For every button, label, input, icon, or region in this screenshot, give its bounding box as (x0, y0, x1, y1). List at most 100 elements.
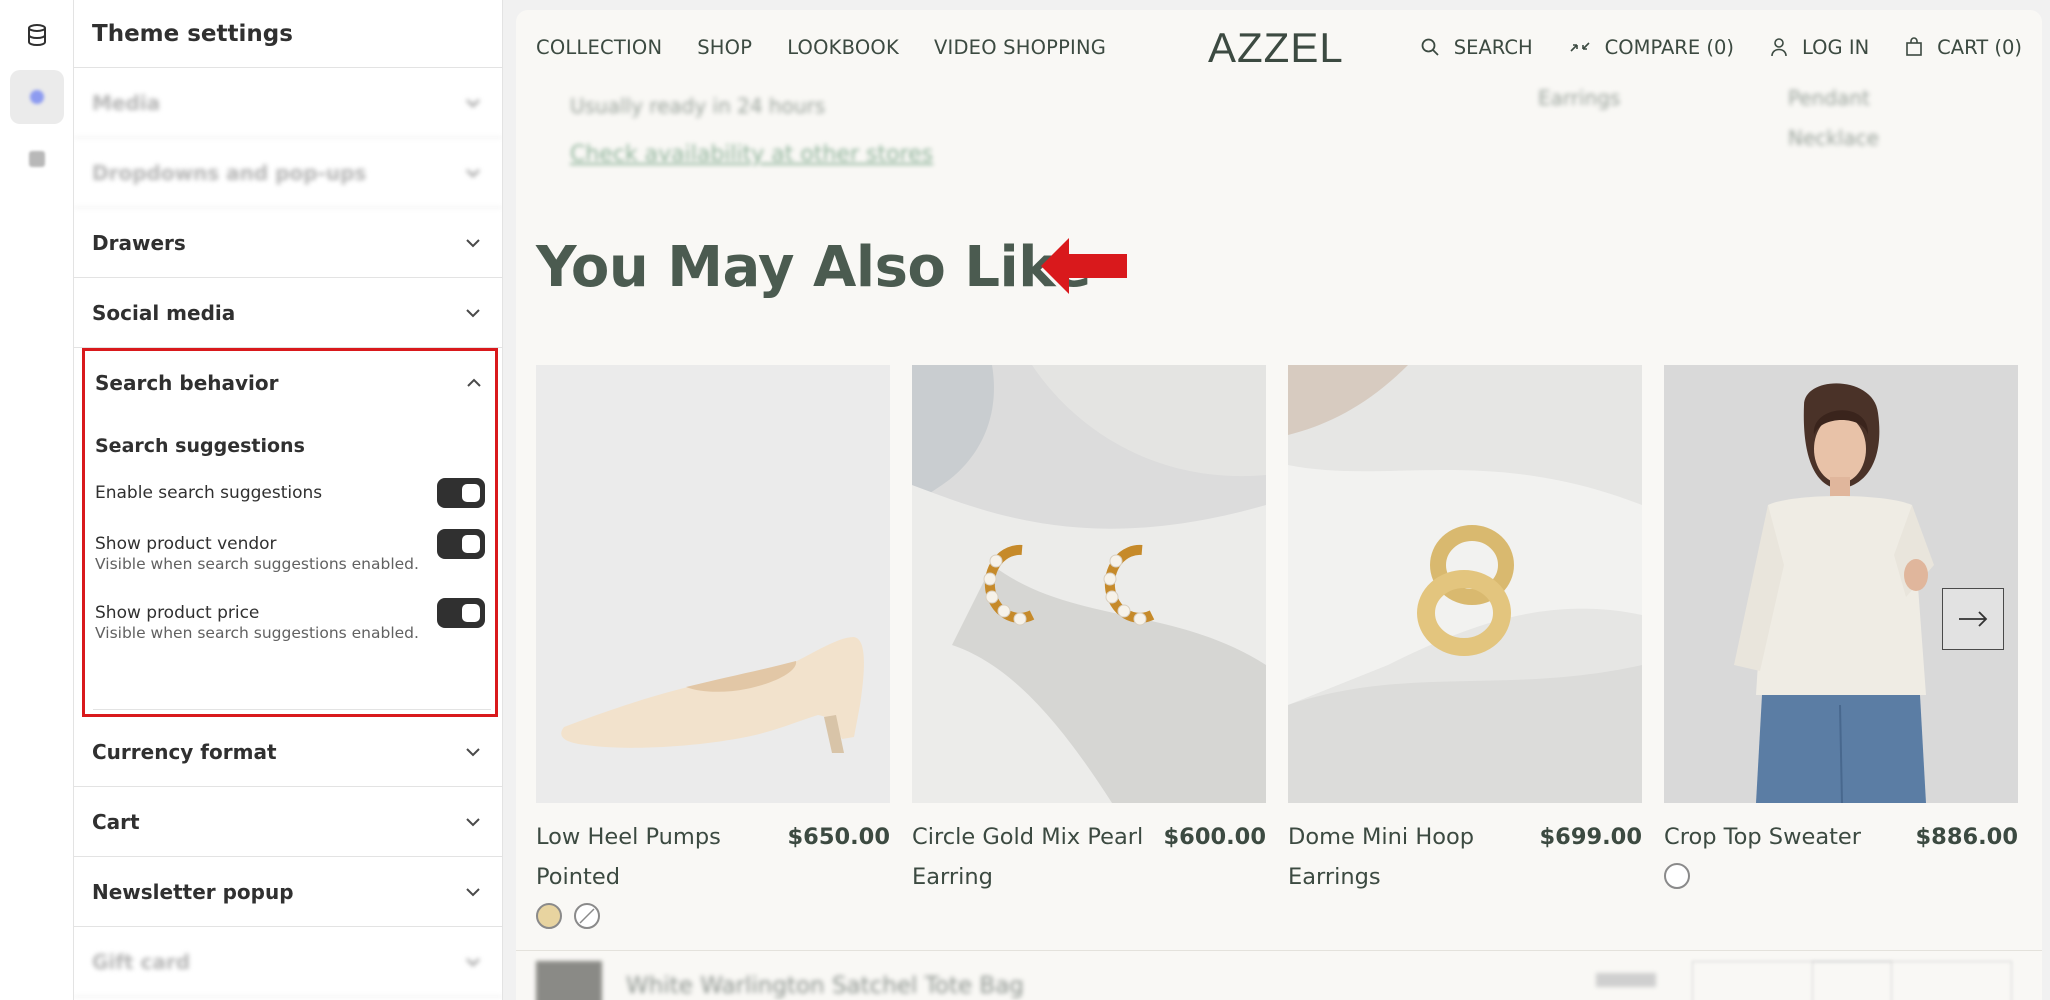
product-info: Low Heel Pumps Pointed $650.00 (536, 817, 890, 897)
nav-collection[interactable]: COLLECTION (536, 36, 662, 59)
section-drawers[interactable]: Drawers (74, 208, 502, 278)
blurred-earrings-text: Earrings (1538, 86, 1621, 110)
section-gift-card[interactable]: Gift card (74, 927, 502, 997)
product-name[interactable]: Low Heel Pumps Pointed (536, 817, 786, 897)
section-label: Gift card (92, 949, 191, 974)
color-swatch-white[interactable] (1664, 863, 1690, 889)
product-card[interactable]: Dome Mini Hoop Earrings $699.00 (1288, 365, 1642, 897)
section-label: Social media (92, 300, 236, 325)
section-label: Dropdowns and pop-ups (92, 160, 367, 185)
chevron-down-icon (462, 951, 484, 973)
theme-settings-rail-button[interactable] (10, 8, 64, 62)
cart-link[interactable]: CART (0) (1905, 36, 2022, 59)
section-media[interactable]: Media (74, 68, 502, 138)
search-link[interactable]: SEARCH (1420, 36, 1533, 59)
check-availability-link[interactable]: Check availability at other stores (570, 142, 933, 167)
section-search-behavior[interactable]: Search behavior (85, 351, 495, 415)
section-cart[interactable]: Cart (74, 787, 502, 857)
enable-search-suggestions-toggle[interactable] (437, 477, 485, 508)
color-swatches (536, 903, 890, 929)
section-label: Newsletter popup (92, 879, 294, 904)
section-dropdowns[interactable]: Dropdowns and pop-ups (74, 138, 502, 208)
compare-link[interactable]: COMPARE (0) (1569, 36, 1734, 59)
product-card[interactable]: Circle Gold Mix Pearl Earring $600.00 (912, 365, 1266, 897)
database-icon (28, 24, 46, 47)
apps-icon (29, 151, 45, 167)
option-label: Show product price (95, 602, 260, 623)
red-arrow-annotation (1041, 238, 1127, 294)
option-help-text: Visible when search suggestions enabled. (95, 555, 419, 573)
pearl-earrings-image (912, 365, 1266, 803)
product-image[interactable] (912, 365, 1266, 803)
nav-lookbook[interactable]: LOOKBOOK (787, 36, 899, 59)
section-label: Currency format (92, 739, 277, 764)
arrow-right-icon (1959, 611, 1988, 627)
nav-shop[interactable]: SHOP (697, 36, 752, 59)
search-suggestions-heading: Search suggestions (95, 435, 305, 457)
product-name[interactable]: Crop Top Sweater (1664, 817, 1861, 857)
color-swatches (1664, 863, 2018, 889)
pickup-ready-text: Usually ready in 24 hours (570, 94, 826, 118)
product-info: Dome Mini Hoop Earrings $699.00 (1288, 817, 1642, 897)
header-actions: SEARCH COMPARE (0) LOG IN CART (0) (1420, 10, 2022, 84)
chevron-down-icon (462, 302, 484, 324)
storefront-preview: COLLECTION SHOP LOOKBOOK VIDEO SHOPPING … (516, 10, 2042, 1000)
active-rail-button[interactable] (10, 70, 64, 124)
product-card[interactable]: Low Heel Pumps Pointed $650.00 (536, 365, 890, 929)
theme-settings-panel: Theme settings Media Dropdowns and pop-u… (74, 0, 503, 1000)
nav-video-shopping[interactable]: VIDEO SHOPPING (934, 36, 1106, 59)
carousel-next-button[interactable] (1942, 588, 2004, 650)
option-help-text: Visible when search suggestions enabled. (95, 624, 419, 642)
product-price: $600.00 (1163, 824, 1266, 850)
search-label: SEARCH (1453, 35, 1533, 59)
login-label: LOG IN (1802, 35, 1870, 59)
section-newsletter-popup[interactable]: Newsletter popup (74, 857, 502, 927)
show-product-vendor-toggle[interactable] (437, 528, 485, 559)
chevron-down-icon (462, 741, 484, 763)
store-logo[interactable]: AZZEL (1208, 24, 1344, 72)
pump-shoe-image (536, 365, 890, 803)
main-nav: COLLECTION SHOP LOOKBOOK VIDEO SHOPPING (536, 10, 1106, 84)
show-product-price-toggle[interactable] (437, 597, 485, 628)
store-header: COLLECTION SHOP LOOKBOOK VIDEO SHOPPING … (516, 10, 2042, 84)
section-label: Search behavior (95, 371, 279, 395)
chevron-down-icon (462, 811, 484, 833)
sticky-add-to-cart-button[interactable] (1812, 961, 2012, 1000)
section-label: Drawers (92, 230, 186, 255)
option-label: Show product vendor (95, 533, 277, 554)
cart-label: CART (0) (1937, 35, 2022, 59)
chevron-down-icon (462, 881, 484, 903)
compare-label: COMPARE (0) (1604, 35, 1734, 59)
chevron-down-icon (462, 232, 484, 254)
chevron-up-icon (463, 372, 485, 394)
color-swatch-beige[interactable] (536, 903, 562, 929)
blurred-pendant-text: Pendant (1788, 86, 1870, 110)
product-image[interactable] (1664, 365, 2018, 803)
search-behavior-highlight: Search behavior Search suggestions Enabl… (82, 348, 498, 717)
chevron-down-icon (462, 162, 484, 184)
blurred-dot-icon (30, 90, 44, 104)
product-price: $650.00 (787, 824, 890, 850)
color-swatch-unavailable[interactable] (574, 903, 600, 929)
panel-title: Theme settings (74, 0, 502, 68)
section-social-media[interactable]: Social media (74, 278, 502, 348)
section-currency-format[interactable]: Currency format (74, 717, 502, 787)
product-name[interactable]: Circle Gold Mix Pearl Earring (912, 817, 1162, 897)
sticky-product-name: White Warlington Satchel Tote Bag (626, 973, 1024, 999)
user-icon (1771, 38, 1787, 57)
product-image[interactable] (536, 365, 890, 803)
divider (93, 709, 491, 710)
login-link[interactable]: LOG IN (1770, 36, 1869, 59)
product-price: $886.00 (1915, 824, 2018, 850)
product-name[interactable]: Dome Mini Hoop Earrings (1288, 817, 1538, 897)
search-icon (1421, 38, 1439, 56)
sticky-price-placeholder (1596, 973, 1656, 987)
recommendations-heading: You May Also Like (536, 235, 1091, 300)
product-image[interactable] (1288, 365, 1642, 803)
product-price: $699.00 (1539, 824, 1642, 850)
sticky-product-thumbnail (536, 961, 602, 1000)
chevron-down-icon (462, 92, 484, 114)
hoop-earrings-image (1288, 365, 1642, 803)
product-info: Crop Top Sweater $886.00 (1664, 817, 2018, 857)
apps-rail-button[interactable] (10, 132, 64, 186)
